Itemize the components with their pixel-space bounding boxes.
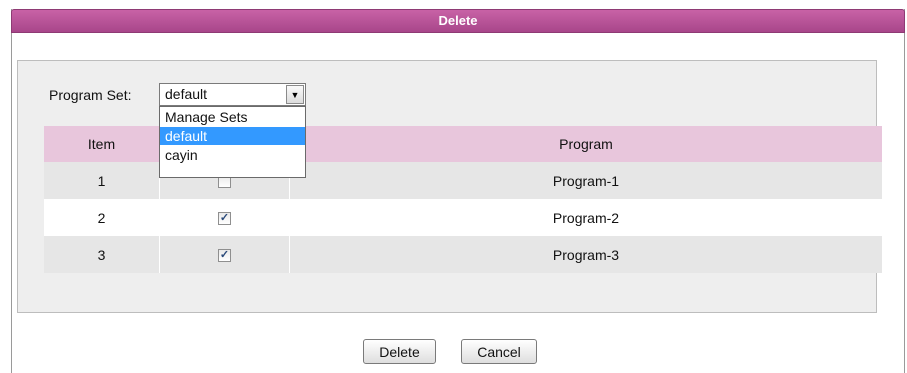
column-header-item: Item <box>44 126 160 162</box>
option-default[interactable]: default <box>160 127 305 145</box>
table-row: 3 ✓ Program-3 <box>44 236 882 273</box>
option-manage-sets[interactable]: Manage Sets <box>160 108 305 126</box>
row-program: Program-1 <box>289 162 882 199</box>
row-checkbox-cell: ✓ <box>159 236 290 273</box>
row-item: 1 <box>44 162 160 199</box>
row-program: Program-3 <box>289 236 882 273</box>
program-set-dropdown-list: Manage Sets default cayin <box>159 106 306 178</box>
row-checkbox-cell: ✓ <box>159 199 290 236</box>
dialog-title: Delete <box>11 9 905 33</box>
row-item: 2 <box>44 199 160 236</box>
program-set-label: Program Set: <box>49 87 132 103</box>
program-set-select[interactable]: default ▼ <box>159 83 306 106</box>
program-set-value: default <box>165 86 208 102</box>
cancel-button[interactable]: Cancel <box>461 339 537 364</box>
option-cayin[interactable]: cayin <box>160 146 305 164</box>
chevron-down-icon[interactable]: ▼ <box>286 85 304 104</box>
table-row: 2 ✓ Program-2 <box>44 199 882 236</box>
delete-button[interactable]: Delete <box>363 339 436 364</box>
row-program: Program-2 <box>289 199 882 236</box>
row-checkbox[interactable]: ✓ <box>218 249 231 263</box>
row-item: 3 <box>44 236 160 273</box>
column-header-program: Program <box>289 126 882 162</box>
row-checkbox[interactable]: ✓ <box>218 212 231 226</box>
